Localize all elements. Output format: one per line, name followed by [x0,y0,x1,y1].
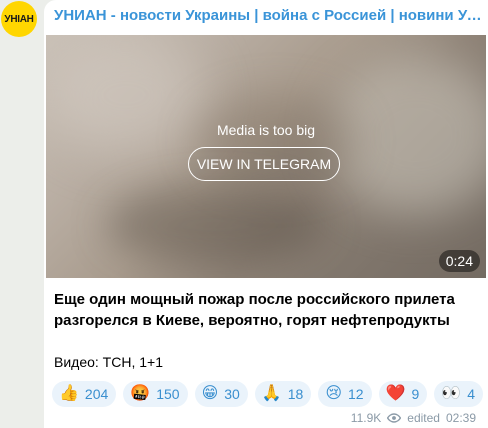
reaction-cursing-face[interactable]: 🤬 150 [123,381,188,407]
channel-name[interactable]: УНИАН - новости Украины | война с Россие… [54,6,482,26]
reactions-bar: 👍 204 🤬 150 😁 30 🙏 18 😢 12 ❤️ 9 👀 4 [52,381,484,407]
post-text: Еще один мощный пожар после российского … [54,291,455,329]
view-count: 11.9K [350,411,382,425]
reaction-count: 9 [411,386,420,402]
view-in-telegram-button[interactable]: VIEW IN TELEGRAM [188,147,340,181]
reaction-count: 4 [467,386,476,402]
reaction-crying-face[interactable]: 😢 12 [318,381,372,407]
reaction-eyes[interactable]: 👀 4 [434,381,484,407]
media-too-big-notice: Media is too big [216,122,316,138]
reaction-count: 12 [348,386,364,402]
eyes-icon: 👀 [441,385,462,402]
red-heart-icon: ❤️ [385,385,406,402]
folded-hands-icon: 🙏 [261,385,282,402]
avatar-text: УНІАН [4,13,34,25]
message-meta: 11.9K edited 02:39 [351,411,476,425]
eye-icon [387,413,402,423]
channel-avatar[interactable]: УНІАН [1,1,37,37]
post-credit: Видео: ТСН, 1+1 [54,354,163,370]
cursing-face-icon: 🤬 [130,385,151,402]
reaction-folded-hands[interactable]: 🙏 18 [254,381,312,407]
reaction-count: 30 [224,386,240,402]
grinning-face-icon: 😁 [201,385,219,402]
video-duration: 0:24 [438,250,480,272]
reaction-count: 18 [287,386,304,402]
reaction-thumbs-up[interactable]: 👍 204 [52,381,117,407]
blurred-background [106,185,326,265]
crying-face-icon: 😢 [325,385,343,402]
message-time: 02:39 [445,411,476,425]
reaction-grinning-face[interactable]: 😁 30 [194,381,248,407]
thumbs-up-icon: 👍 [59,385,79,402]
message-bubble: УНИАН - новости Украины | война с Россие… [44,0,488,428]
video-preview[interactable]: Media is too big VIEW IN TELEGRAM 0:24 [46,35,486,278]
reaction-count: 150 [156,386,180,402]
reaction-red-heart[interactable]: ❤️ 9 [378,381,428,407]
reaction-count: 204 [84,386,109,402]
edited-label: edited [407,411,440,425]
